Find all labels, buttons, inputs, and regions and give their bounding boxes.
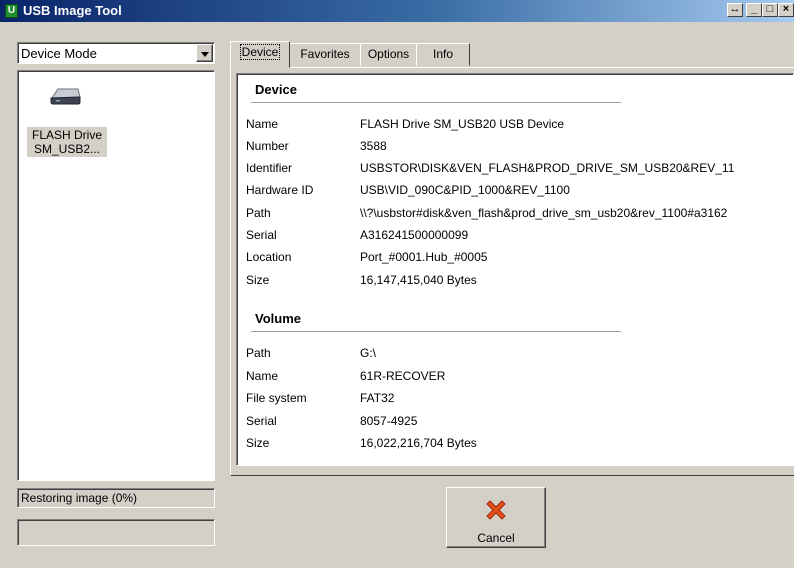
close-button[interactable]: × xyxy=(778,3,794,17)
volume-row-value: 61R-RECOVER xyxy=(360,369,446,383)
tab-options[interactable]: Options xyxy=(360,43,417,66)
title-bar[interactable]: U USB Image Tool ↔ _ □ × xyxy=(0,0,794,22)
status-text: Restoring image (0%) xyxy=(21,491,138,505)
device-row-label: Serial xyxy=(246,228,277,242)
tab-device-label: Device xyxy=(239,44,281,60)
resize-button[interactable]: ↔ xyxy=(727,3,743,17)
device-row-label: Path xyxy=(246,206,271,220)
volume-row-label: Name xyxy=(246,369,279,383)
tab-favorites-label: Favorites xyxy=(300,47,350,61)
cancel-button[interactable]: Cancel xyxy=(446,487,546,548)
device-row-value: \\?\usbstor#disk&ven_flash&prod_drive_sm… xyxy=(360,206,728,220)
window-title: USB Image Tool xyxy=(23,3,122,18)
mode-select-value: Device Mode xyxy=(21,46,97,61)
volume-section-title: Volume xyxy=(255,311,301,326)
volume-row-label: File system xyxy=(246,391,307,405)
red-x-icon xyxy=(486,500,506,520)
volume-row-label: Path xyxy=(246,346,271,360)
volume-row-value: 8057-4925 xyxy=(360,414,418,428)
tab-device[interactable]: Device xyxy=(230,41,290,68)
volume-row-value: G:\ xyxy=(360,346,377,360)
tab-info[interactable]: Info xyxy=(416,43,470,66)
progress-bar xyxy=(17,519,215,546)
minimize-button[interactable]: _ xyxy=(746,3,762,17)
device-row-label: Hardware ID xyxy=(246,183,314,197)
volume-row-value: 16,022,216,704 Bytes xyxy=(360,436,477,450)
device-list[interactable]: FLASH Drive SM_USB2... xyxy=(17,70,215,481)
app-icon: U xyxy=(5,4,18,18)
device-row-value: A316241500000099 xyxy=(360,228,469,242)
mode-select-dropdown-button[interactable] xyxy=(196,44,213,62)
tab-favorites[interactable]: Favorites xyxy=(289,43,361,66)
maximize-button[interactable]: □ xyxy=(762,3,778,17)
volume-row-label: Size xyxy=(246,436,270,450)
cancel-button-label: Cancel xyxy=(477,531,515,545)
device-section-title: Device xyxy=(255,82,297,97)
volume-row-label: Serial xyxy=(246,414,277,428)
divider xyxy=(251,102,621,103)
status-bar: Restoring image (0%) xyxy=(17,488,215,508)
volume-row-value: FAT32 xyxy=(360,391,395,405)
device-item-label: FLASH Drive SM_USB2... xyxy=(27,127,107,157)
divider xyxy=(251,331,621,332)
device-row-value: FLASH Drive SM_USB20 USB Device xyxy=(360,117,565,131)
usb-drive-icon xyxy=(50,88,81,105)
device-row-label: Location xyxy=(246,250,292,264)
tab-info-label: Info xyxy=(432,47,453,61)
chevron-down-icon xyxy=(201,52,209,57)
device-row-value: 3588 xyxy=(360,139,387,153)
device-row-label: Number xyxy=(246,139,289,153)
device-row-label: Name xyxy=(246,117,279,131)
device-row-label: Identifier xyxy=(246,161,293,175)
tab-options-label: Options xyxy=(367,47,410,61)
device-row-value: USB\VID_090C&PID_1000&REV_1100 xyxy=(360,183,570,197)
device-row-value: 16,147,415,040 Bytes xyxy=(360,273,477,287)
device-row-value: Port_#0001.Hub_#0005 xyxy=(360,250,488,264)
device-info-pane[interactable]: Device Name FLASH Drive SM_USB20 USB Dev… xyxy=(236,73,794,466)
device-row-value: USBSTOR\DISK&VEN_FLASH&PROD_DRIVE_SM_USB… xyxy=(360,161,735,175)
device-row-label: Size xyxy=(246,273,270,287)
mode-select[interactable]: Device Mode xyxy=(17,42,215,64)
